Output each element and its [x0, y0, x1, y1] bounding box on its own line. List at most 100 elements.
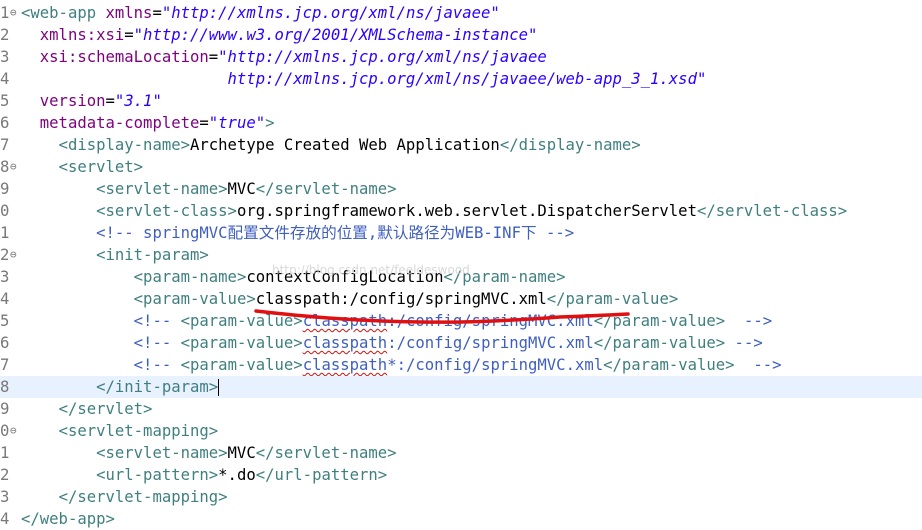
code-token: <servlet-mapping> [58, 422, 219, 440]
code-token: = [105, 92, 115, 110]
code-token: </servlet-name> [255, 180, 397, 198]
code-token: <servlet> [58, 158, 144, 176]
code-token: Archetype Created Web Application [190, 136, 500, 154]
code-line[interactable]: 2 xmlns:xsi="http://www.w3.org/2001/XMLS… [0, 24, 922, 46]
code-line[interactable]: 7 <!-- <param-value>classpath*:/config/s… [0, 354, 922, 376]
code-token: = [124, 26, 134, 44]
code-line[interactable]: 0 <servlet-class>org.springframework.web… [0, 200, 922, 222]
code-token: classpath:/config/springMVC.xml [255, 290, 547, 308]
code-token: <!-- [133, 334, 181, 352]
line-number: 9 [0, 180, 10, 198]
code-line[interactable]: 8 ⊖ <servlet> [0, 156, 922, 178]
fold-toggle-icon[interactable]: ⊖ [10, 156, 17, 178]
code-line[interactable]: 0 ⊖ <servlet-mapping> [0, 420, 922, 442]
code-text: </web-app> [21, 508, 115, 530]
code-token: </param-value> [546, 290, 679, 308]
code-line[interactable]: 7 <display-name>Archetype Created Web Ap… [0, 134, 922, 156]
code-line[interactable]: 2 <url-pattern>*.do</url-pattern> [0, 464, 922, 486]
code-token: metadata-complete [39, 114, 200, 132]
code-token: </display-name> [499, 136, 641, 154]
code-line[interactable]: 9 </servlet> [0, 398, 922, 420]
code-text: <!-- <param-value>classpath*:/config/spr… [21, 354, 782, 376]
code-token: </init-param> [96, 378, 219, 396]
code-line[interactable]: 4 </web-app> [0, 508, 922, 530]
code-text: <display-name>Archetype Created Web Appl… [21, 134, 641, 156]
code-line[interactable]: 3 xsi:schemaLocation="http://xmlns.jcp.o… [0, 46, 922, 68]
fold-toggle-icon[interactable]: ⊖ [10, 244, 17, 266]
line-number: 2 [0, 466, 10, 484]
code-token: </servlet-mapping> [58, 488, 228, 506]
code-text: <!-- springMVC配置文件存放的位置,默认路径为WEB-INF下 --… [21, 222, 574, 244]
line-number: 0 [0, 202, 10, 220]
code-text: <servlet> [21, 156, 144, 178]
line-number: 2 [0, 26, 10, 44]
code-token: <!-- [133, 312, 181, 330]
code-token: <param-name> [133, 268, 247, 286]
code-text: </init-param> [21, 376, 220, 398]
line-number: 4 [0, 70, 10, 88]
line-number: 9 [0, 400, 10, 418]
code-token: <!-- [133, 356, 181, 374]
fold-toggle-icon[interactable]: ⊖ [10, 2, 17, 24]
code-token: MVC [227, 444, 256, 462]
code-token: </url-pattern> [255, 466, 388, 484]
code-text: metadata-complete="true"> [21, 112, 275, 134]
code-text: http://xmlns.jcp.org/xml/ns/javaee/web-a… [21, 68, 707, 90]
code-line[interactable]: 1 <servlet-name>MVC</servlet-name> [0, 442, 922, 464]
code-token: <param-value> [180, 356, 303, 374]
line-number: 4 [0, 290, 10, 308]
code-token: "http://xmlns.jcp.org/xml/ns/javaee [218, 48, 547, 66]
code-token: <init-param> [96, 246, 209, 264]
code-line[interactable]: 1 ⊖ <web-app xmlns="http://xmlns.jcp.org/x… [0, 2, 922, 24]
code-token: "3.1" [114, 92, 162, 110]
code-token: version [39, 92, 106, 110]
code-token: = [152, 4, 162, 22]
code-text: <!-- <param-value>classpath:/config/spri… [21, 310, 772, 332]
code-token: <servlet-name> [96, 180, 228, 198]
line-number: 8 [0, 378, 10, 396]
line-number: 1 [0, 224, 10, 242]
fold-toggle-icon[interactable]: ⊖ [10, 420, 17, 442]
line-number: 6 [0, 114, 10, 132]
code-text: xmlns:xsi="http://www.w3.org/2001/XMLSch… [21, 24, 538, 46]
watermark-text: http://blog.csdn.net/feeldeswood [272, 263, 470, 277]
code-line[interactable]: 9 <servlet-name>MVC</servlet-name> [0, 178, 922, 200]
code-line[interactable]: 5 version="3.1" [0, 90, 922, 112]
line-number: 3 [0, 268, 10, 286]
line-number: 5 [0, 312, 10, 330]
code-token: "true" [208, 114, 266, 132]
code-token: "http://www.w3.org/2001/XMLSchema-instan… [133, 26, 538, 44]
code-line[interactable]: 6 metadata-complete="true"> [0, 112, 922, 134]
code-token: :/config/springMVC.xml [387, 334, 594, 352]
code-line[interactable]: 1 <!-- springMVC配置文件存放的位置,默认路径为WEB-INF下 … [0, 222, 922, 244]
code-text: <!-- <param-value>classpath:/config/spri… [21, 332, 763, 354]
code-line[interactable]: 8 </init-param> [0, 376, 922, 398]
code-token: <servlet-class> [96, 202, 237, 220]
code-token: <display-name> [58, 136, 190, 154]
code-token: --> [725, 334, 763, 352]
code-text: xsi:schemaLocation="http://xmlns.jcp.org… [21, 46, 547, 68]
code-token: </web-app> [21, 510, 115, 528]
code-token: </servlet-name> [255, 444, 397, 462]
line-number: 4 [0, 510, 10, 528]
code-line[interactable]: 4 http://xmlns.jcp.org/xml/ns/javaee/web… [0, 68, 922, 90]
code-line[interactable]: 4 <param-value>classpath:/config/springM… [0, 288, 922, 310]
code-token: <web-app [21, 4, 97, 22]
code-text: <param-value>classpath:/config/springMVC… [21, 288, 679, 310]
code-line[interactable]: 3 </servlet-mapping> [0, 486, 922, 508]
code-token: classpath [302, 356, 388, 374]
code-line[interactable]: 6 <!-- <param-value>classpath:/config/sp… [0, 332, 922, 354]
code-line[interactable]: 5 <!-- <param-value>classpath:/config/sp… [0, 310, 922, 332]
